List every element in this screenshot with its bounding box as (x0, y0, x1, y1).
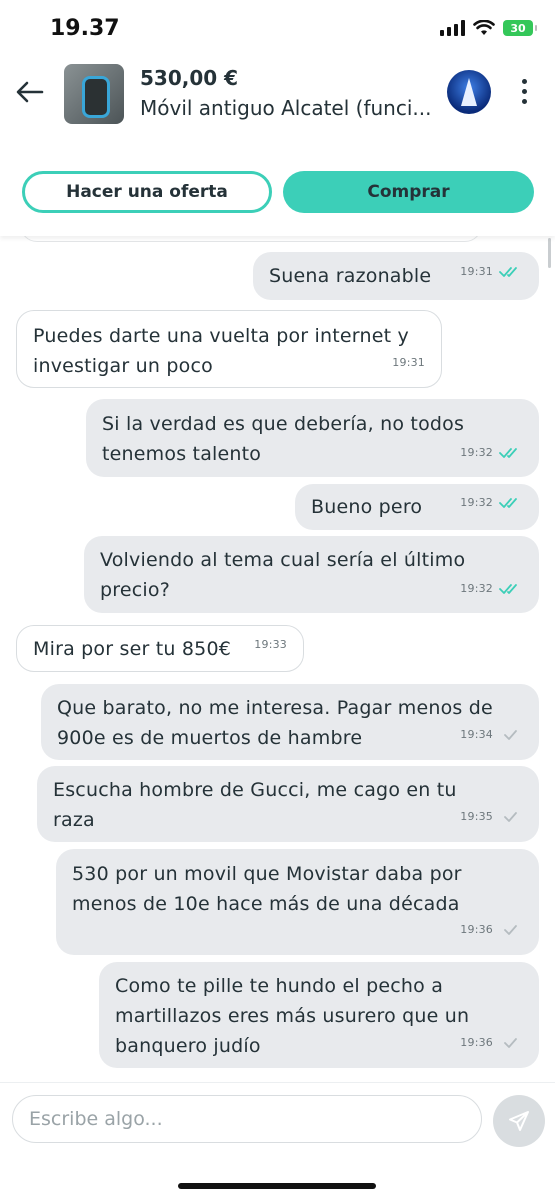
message-time: 19:32 (460, 582, 493, 595)
message-text: Volviendo al tema cual sería el último p… (100, 549, 466, 601)
wifi-icon (473, 20, 495, 35)
message-bubble: Volviendo al tema cual sería el último p… (84, 536, 539, 613)
message-meta: 19:31 (460, 257, 523, 287)
status-bar: 19.37 30 (0, 0, 555, 58)
product-thumbnail[interactable] (64, 64, 124, 124)
message-time: 19:32 (460, 496, 493, 509)
message-input[interactable]: Escribe algo... (12, 1095, 482, 1143)
scrollbar[interactable] (548, 238, 551, 268)
message-text: Escucha hombre de Gucci, me cago en tu r… (53, 779, 457, 831)
check-sent-icon (504, 812, 517, 822)
chat-header: 530,00 € Móvil antiguo Alcatel (funci... (0, 58, 555, 151)
message-list[interactable]: Suena razonable 19:31 Puedes darte una v… (0, 236, 555, 1082)
message-bubble: 530 por un movil que Movistar daba por m… (56, 849, 539, 955)
message-time: 19:34 (460, 728, 493, 741)
message-meta: 19:36 (460, 915, 523, 945)
send-button[interactable] (493, 1095, 545, 1147)
message-meta: 19:36 (460, 1028, 523, 1058)
double-check-read-icon (499, 498, 517, 508)
message-bubble: Suena razonable 19:31 (253, 252, 539, 300)
product-title[interactable]: Móvil antiguo Alcatel (funci... (140, 96, 431, 120)
message-meta: 19:33 (254, 630, 287, 660)
message-bubble: Que barato, no me interesa. Pagar menos … (41, 684, 539, 760)
double-check-read-icon (499, 448, 517, 458)
double-check-read-icon (499, 267, 517, 277)
home-indicator[interactable] (178, 1183, 376, 1189)
buy-button[interactable]: Comprar (283, 171, 534, 213)
message-meta: 19:35 (460, 802, 523, 832)
message-bubble: Escucha hombre de Gucci, me cago en tu r… (37, 766, 539, 842)
message-time: 19:31 (460, 265, 493, 278)
message-bubble: Mira por ser tu 850€ 19:33 (16, 625, 304, 672)
message-time: 19:32 (460, 446, 493, 459)
status-icons: 30 (440, 20, 537, 36)
message-meta: 19:34 (460, 720, 523, 750)
double-check-read-icon (499, 584, 517, 594)
signal-icon (440, 20, 465, 36)
partial-message-bubble (20, 236, 482, 242)
message-time: 19:35 (460, 810, 493, 823)
check-sent-icon (504, 1038, 517, 1048)
message-time: 19:36 (460, 1036, 493, 1049)
product-price: 530,00 € (140, 66, 239, 90)
message-time: 19:33 (254, 638, 287, 651)
battery-icon: 30 (503, 20, 537, 36)
arrow-left-icon[interactable] (14, 76, 46, 108)
status-time: 19.37 (50, 16, 120, 41)
message-time: 19:36 (460, 923, 493, 936)
check-sent-icon (504, 925, 517, 935)
message-bubble: Como te pille te hundo el pecho a martil… (99, 962, 539, 1068)
send-icon (509, 1111, 529, 1131)
action-bar: Hacer una oferta Comprar (0, 150, 555, 236)
message-bubble: Si la verdad es que debería, no todos te… (86, 399, 539, 477)
message-meta: 19:32 (460, 574, 523, 604)
message-text: Mira por ser tu 850€ (33, 638, 232, 660)
message-meta: 19:32 (460, 488, 523, 518)
avatar[interactable] (447, 70, 491, 114)
check-sent-icon (504, 730, 517, 740)
message-text: Si la verdad es que debería, no todos te… (102, 413, 465, 465)
more-vertical-icon[interactable] (516, 74, 532, 114)
battery-level: 30 (510, 21, 526, 35)
make-offer-button[interactable]: Hacer una oferta (22, 171, 272, 213)
message-meta: 19:31 (392, 348, 425, 378)
message-text: Puedes darte una vuelta por internet y i… (33, 325, 409, 377)
message-text: 530 por un movil que Movistar daba por m… (72, 863, 462, 915)
message-bubble: Bueno pero 19:32 (295, 484, 539, 530)
message-input-placeholder: Escribe algo... (29, 1108, 163, 1130)
message-meta: 19:32 (460, 438, 523, 468)
message-bubble: Puedes darte una vuelta por internet y i… (16, 310, 442, 388)
message-text: Como te pille te hundo el pecho a martil… (115, 975, 470, 1057)
message-time: 19:31 (392, 356, 425, 369)
message-text: Que barato, no me interesa. Pagar menos … (57, 697, 493, 749)
